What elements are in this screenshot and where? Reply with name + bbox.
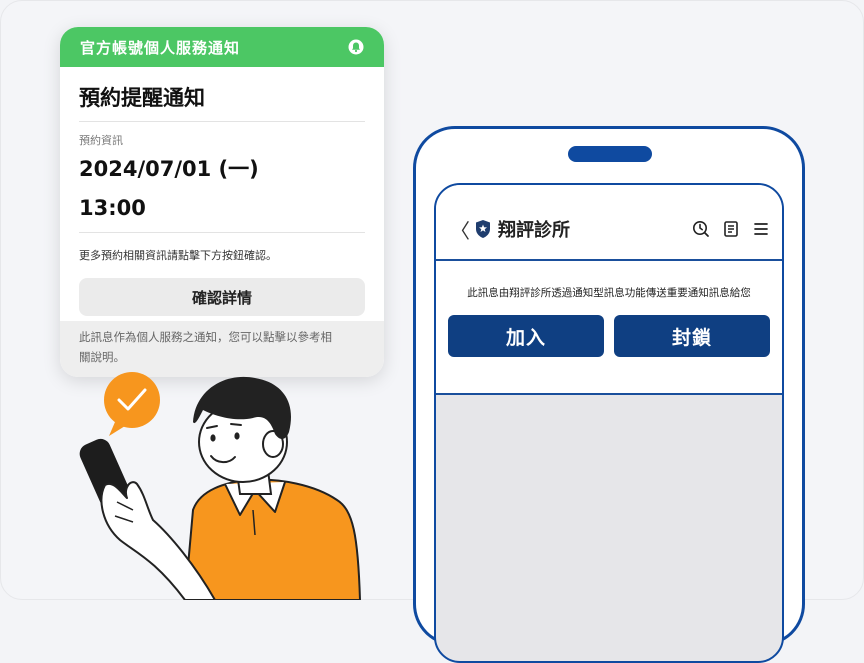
official-account-header: 〈 翔評診所 (436, 185, 782, 261)
info-label: 預約資訊 (79, 134, 123, 147)
notice-text: 此訊息由翔評診所透過通知型訊息功能傳送重要通知訊息給您 (467, 287, 751, 299)
chat-area: 〈 翔評診所 此訊息由翔評診所透過通知型訊息功能傳送重要通知訊息給您 加入 封鎖 (436, 185, 782, 395)
bell-icon (348, 39, 364, 55)
phone-mockup: 〈 翔評診所 此訊息由翔評診所透過通知型訊息功能傳送重要通知訊息給您 加入 封鎖 (413, 126, 805, 663)
card-header: 官方帳號個人服務通知 (60, 27, 384, 67)
block-button[interactable]: 封鎖 (614, 315, 770, 357)
person-illustration (79, 372, 362, 600)
back-arrow-icon[interactable]: 〈 (450, 215, 470, 244)
card-header-title: 官方帳號個人服務通知 (80, 38, 241, 57)
clock-icon[interactable] (692, 220, 710, 238)
menu-icon[interactable] (752, 220, 770, 238)
join-button[interactable]: 加入 (448, 315, 604, 357)
checkmark-icon (104, 372, 160, 436)
footer-text-line1: 此訊息作為個人服務之通知，您可以點擊以參考相 (79, 330, 332, 344)
shield-star-icon (474, 219, 492, 239)
appointment-time: 13:00 (79, 193, 365, 233)
notification-card: 官方帳號個人服務通知 預約提醒通知 預約資訊 2024/07/01 (一) 13… (60, 27, 384, 377)
card-title: 預約提醒通知 (79, 67, 365, 122)
appointment-date: 2024/07/01 (一) (79, 157, 259, 181)
action-button-row: 加入 封鎖 (448, 315, 770, 357)
hint-text: 更多預約相關資訊請點擊下方按鈕確認。 (79, 249, 277, 262)
account-name: 翔評診所 (498, 220, 570, 241)
phone-screen: 〈 翔評診所 此訊息由翔評診所透過通知型訊息功能傳送重要通知訊息給您 加入 封鎖 (434, 183, 784, 663)
confirm-details-button[interactable]: 確認詳情 (79, 278, 365, 316)
note-icon[interactable] (722, 220, 740, 238)
phone-speaker (568, 146, 652, 162)
